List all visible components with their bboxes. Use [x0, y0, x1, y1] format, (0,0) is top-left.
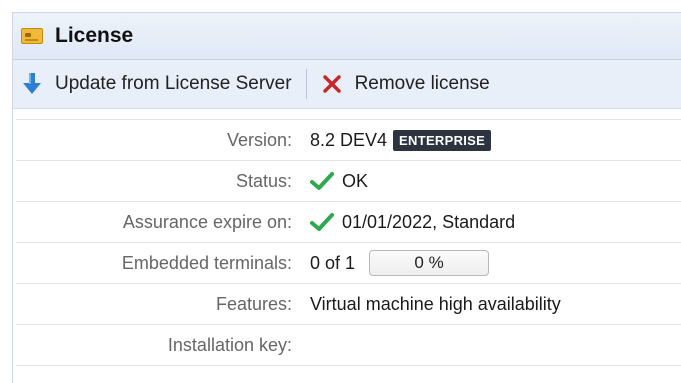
features-label: Features:: [215, 293, 292, 314]
embedded-terminals-label: Embedded terminals:: [121, 252, 292, 273]
property-row-features: Features: Virtual machine high availabil…: [16, 283, 681, 324]
assurance-label: Assurance expire on:: [122, 211, 292, 232]
property-row-installation-key: Installation key:: [16, 324, 681, 366]
installation-key-label: Installation key:: [167, 334, 292, 355]
status-value: OK: [310, 171, 368, 192]
status-label: Status:: [235, 170, 292, 191]
property-row-embedded-terminals: Embedded terminals: 0 of 1 0 %: [16, 242, 681, 283]
edition-badge: ENTERPRISE: [393, 129, 492, 151]
toolbar-separator: [305, 69, 307, 99]
panel-title: License: [55, 24, 134, 47]
check-icon: [310, 172, 334, 190]
embedded-terminals-progress-bar: 0 %: [369, 250, 490, 276]
status-text: OK: [342, 170, 369, 191]
version-label: Version:: [226, 129, 292, 150]
toolbar: Update from License Server Remove licens…: [13, 60, 681, 109]
update-button-label: Update from License Server: [55, 73, 292, 94]
version-text: 8.2 DEV4: [310, 129, 388, 150]
close-icon: [321, 72, 343, 96]
assurance-text: 01/01/2022, Standard: [342, 211, 516, 232]
property-row-version: Version: 8.2 DEV4 ENTERPRISE: [16, 119, 681, 160]
progress-text: 0 %: [414, 253, 444, 272]
embedded-terminals-value: 0 of 1 0 %: [310, 250, 490, 276]
embedded-terminals-count: 0 of 1: [310, 252, 356, 273]
features-value: Virtual machine high availability: [310, 293, 561, 314]
property-row-assurance: Assurance expire on: 01/01/2022, Standar…: [16, 201, 681, 242]
arrow-down-icon: [21, 72, 43, 96]
check-icon: [310, 213, 334, 231]
update-from-license-server-button[interactable]: Update from License Server: [21, 60, 292, 108]
license-properties: Version: 8.2 DEV4 ENTERPRISE Status: OK …: [16, 119, 681, 366]
assurance-value: 01/01/2022, Standard: [310, 212, 515, 233]
title-bar: License: [13, 13, 681, 60]
remove-button-label: Remove license: [354, 73, 490, 94]
property-row-status: Status: OK: [16, 160, 681, 201]
version-value: 8.2 DEV4 ENTERPRISE: [310, 129, 492, 151]
remove-license-button[interactable]: Remove license: [321, 60, 490, 108]
license-card-icon: [21, 28, 43, 44]
